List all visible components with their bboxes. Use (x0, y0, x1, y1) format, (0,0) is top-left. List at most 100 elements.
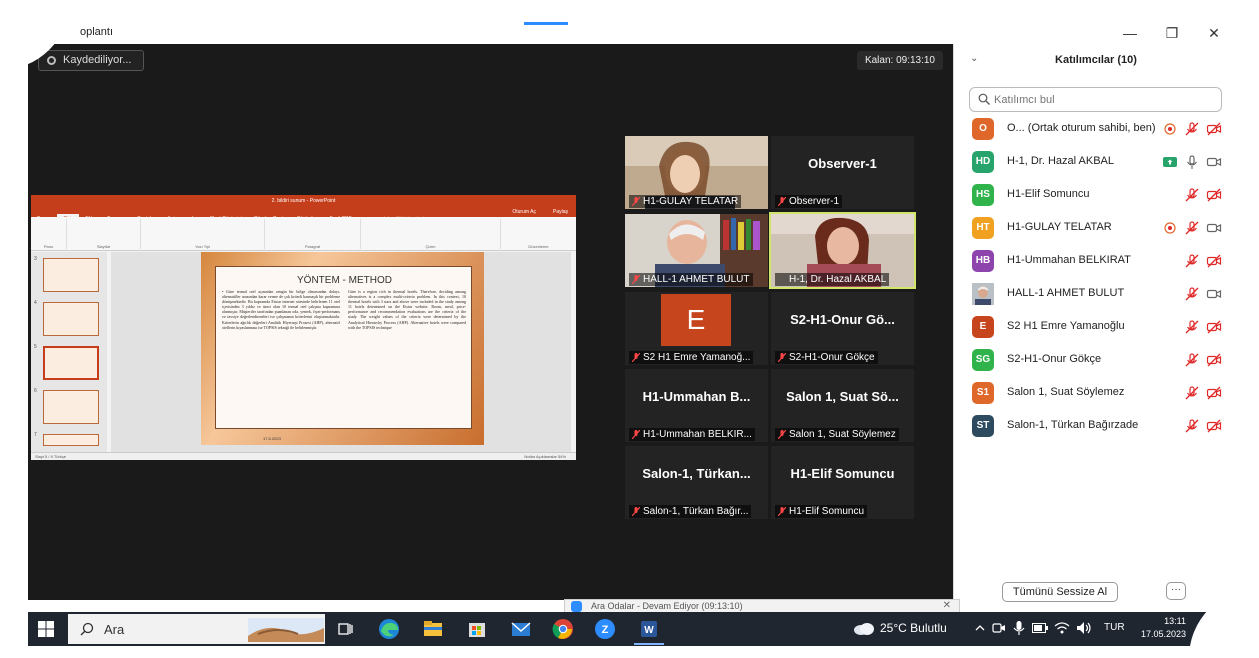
participant-row[interactable]: O O... (Ortak oturum sahibi, ben) (972, 117, 1222, 141)
ribbon-group: Pano (31, 219, 67, 249)
cam-off-icon[interactable] (1206, 352, 1222, 368)
mic-muted-icon (778, 507, 786, 516)
cloud-icon (854, 623, 874, 635)
ribbon-group-label: Yazı Tipi (194, 244, 211, 249)
windows-taskbar: Ara Z W 25°C Bulutlu TUR 13:11 17.05.202… (28, 612, 1240, 646)
slide-thumbnail[interactable] (43, 390, 99, 424)
video-tile[interactable]: HALL-1 AHMET BULUT (625, 214, 768, 287)
notification-close-icon[interactable]: ✕ (943, 600, 951, 612)
breakout-notification[interactable]: Ara Odalar - Devam Ediyor (09:13:10) ✕ (564, 599, 960, 613)
wifi-icon[interactable] (1054, 621, 1070, 635)
participant-row[interactable]: SG S2-H1-Onur Gökçe (972, 348, 1222, 372)
minimize-button[interactable]: — (1114, 20, 1146, 46)
cam-on-icon[interactable] (1206, 220, 1222, 236)
mic-muted-icon (632, 275, 640, 284)
chevron-up-icon[interactable] (974, 622, 986, 634)
ppt-status-bar: Slayt 5 / 9 Türkçe Notlar Açıklamalar 54… (31, 452, 576, 460)
participant-name: S2-H1-Onur Gökçe (1007, 353, 1102, 365)
input-language[interactable]: TUR (1104, 622, 1125, 633)
zoom-app-icon[interactable]: Z (592, 616, 618, 642)
word-icon[interactable]: W (636, 616, 662, 642)
tile-name-label: H1-Ummahan BELKIR... (629, 428, 755, 441)
more-options-button[interactable]: ··· (1166, 582, 1186, 600)
weather-text[interactable]: 25°C Bulutlu (880, 621, 947, 635)
participant-avatar: ST (972, 415, 994, 437)
microphone-icon[interactable] (1012, 620, 1026, 636)
participant-avatar: HT (972, 217, 994, 239)
mic-off-icon[interactable] (1184, 319, 1200, 335)
video-tile[interactable]: S2-H1-Onur Gö... S2-H1-Onur Gökçe (771, 292, 914, 365)
cam-off-icon[interactable] (1206, 121, 1222, 137)
video-tile[interactable]: Salon-1, Türkan... Salon-1, Türkan Bağır… (625, 446, 768, 519)
close-button[interactable]: ✕ (1198, 20, 1230, 46)
participant-name: S2-H1-Onur Gökçe (789, 352, 875, 363)
participant-avatar (972, 283, 994, 305)
search-input[interactable] (994, 91, 1214, 108)
tile-display-name: H1-Ummahan B... (642, 389, 751, 404)
mute-all-button[interactable]: Tümünü Sessize Al (1002, 582, 1118, 602)
mic-off-icon[interactable] (1184, 220, 1200, 236)
cam-off-icon[interactable] (1206, 319, 1222, 335)
tile-display-name: H1-Elif Somuncu (790, 466, 895, 481)
meet-now-icon[interactable] (992, 621, 1006, 635)
battery-icon[interactable] (1032, 623, 1048, 633)
tile-name-label: Salon 1, Suat Söylemez (775, 428, 899, 441)
mic-off-icon[interactable] (1184, 418, 1200, 434)
microsoft-store-icon[interactable] (464, 616, 490, 642)
restore-button[interactable]: ❐ (1156, 20, 1188, 46)
windows-start-icon[interactable] (38, 621, 54, 637)
mic-off-icon[interactable] (1184, 253, 1200, 269)
participant-search[interactable] (969, 87, 1222, 112)
tile-display-name: Observer-1 (808, 156, 877, 171)
participant-row[interactable]: HT H1-GULAY TELATAR (972, 216, 1222, 240)
ribbon-group: Yazı Tipi (141, 219, 265, 249)
slide-thumbnail[interactable] (43, 302, 99, 336)
participant-row[interactable]: HS H1-Elif Somuncu (972, 183, 1222, 207)
participant-row[interactable]: S1 Salon 1, Suat Söylemez (972, 381, 1222, 405)
shared-screen[interactable]: 2. bildiri sunum - PowerPoint DosyaGiriş… (31, 195, 576, 460)
cam-off-icon[interactable] (1206, 385, 1222, 401)
chrome-icon[interactable] (550, 616, 576, 642)
participant-row[interactable]: E S2 H1 Emre Yamanoğlu (972, 315, 1222, 339)
cam-off-icon[interactable] (1206, 418, 1222, 434)
mail-icon[interactable] (508, 616, 534, 642)
video-tile-active-speaker[interactable]: H-1, Dr. Hazal AKBAL (769, 212, 916, 289)
taskbar-clock[interactable]: 13:11 17.05.2023 (1134, 615, 1186, 641)
edge-browser-icon[interactable] (376, 616, 402, 642)
participant-row[interactable]: HB H1-Ummahan BELKIRAT (972, 249, 1222, 273)
participant-avatar: S1 (972, 382, 994, 404)
slide-thumbnail[interactable] (43, 434, 99, 446)
slide-thumbnail[interactable] (43, 258, 99, 292)
mic-muted-icon (632, 430, 640, 439)
volume-icon[interactable] (1076, 621, 1092, 635)
recording-indicator[interactable]: Kaydediliyor... (38, 50, 145, 71)
cam-on-icon[interactable] (1206, 286, 1222, 302)
video-tile[interactable]: H1-Ummahan B... H1-Ummahan BELKIR... (625, 369, 768, 442)
file-explorer-icon[interactable] (420, 616, 446, 642)
taskbar-search[interactable]: Ara (68, 614, 325, 644)
video-tile[interactable]: H1-GULAY TELATAR (625, 136, 768, 209)
participant-name: H-1, Dr. Hazal AKBAL (1007, 155, 1114, 167)
mic-on-icon[interactable] (1184, 154, 1200, 170)
video-tile[interactable]: Observer-1 Observer-1 (771, 136, 914, 209)
video-tile[interactable]: H1-Elif Somuncu H1-Elif Somuncu (771, 446, 914, 519)
mic-muted-icon (778, 197, 786, 206)
cam-on-icon[interactable] (1206, 154, 1222, 170)
mic-off-icon[interactable] (1184, 187, 1200, 203)
mic-off-icon[interactable] (1184, 385, 1200, 401)
slide-thumbnail-active[interactable] (43, 346, 99, 380)
cam-off-icon[interactable] (1206, 187, 1222, 203)
task-view-icon[interactable] (332, 616, 358, 642)
participant-row[interactable]: HD H-1, Dr. Hazal AKBAL (972, 150, 1222, 174)
video-tile[interactable]: E S2 H1 Emre Yamanoğ... (625, 292, 768, 365)
slide-content: YÖNTEM - METHOD • Güre termal otel açısı… (215, 266, 472, 429)
cam-off-icon[interactable] (1206, 253, 1222, 269)
mic-off-icon[interactable] (1184, 121, 1200, 137)
mic-off-icon[interactable] (1184, 286, 1200, 302)
mic-off-icon[interactable] (1184, 352, 1200, 368)
zoom-title-bar: oplantı — ❐ ✕ (28, 20, 1240, 44)
video-tile[interactable]: Salon 1, Suat Sö... Salon 1, Suat Söylem… (771, 369, 914, 442)
participant-row[interactable]: ST Salon-1, Türkan Bağırzade (972, 414, 1222, 438)
zoom-icon (571, 601, 582, 612)
participant-row[interactable]: HALL-1 AHMET BULUT (972, 282, 1222, 306)
